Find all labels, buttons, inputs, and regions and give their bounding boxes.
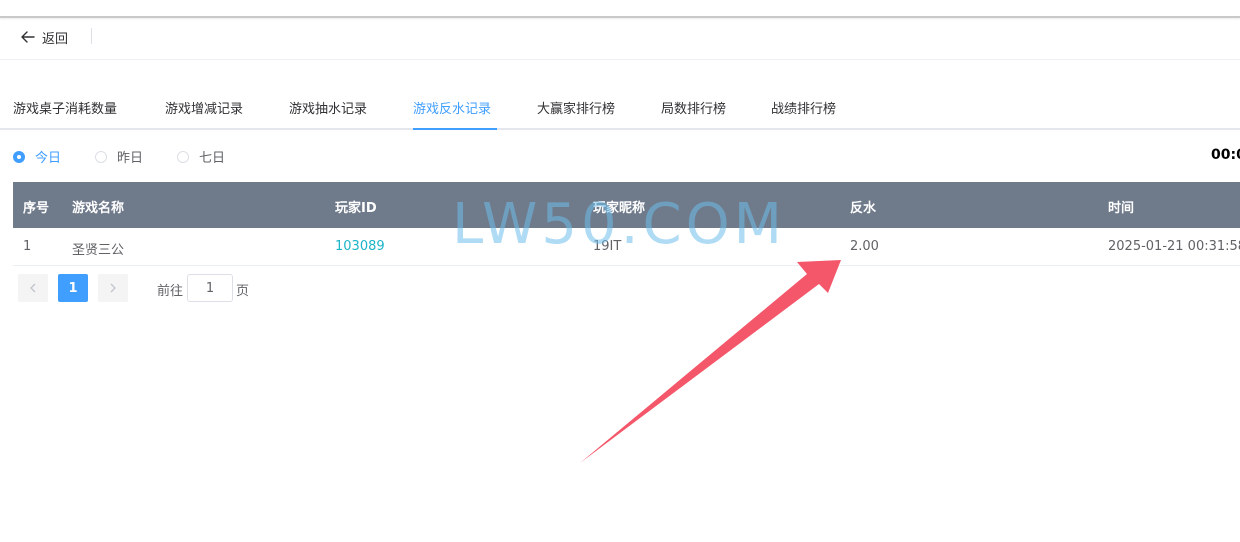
page-number-button[interactable]: 1 — [58, 274, 88, 302]
annotation-arrow — [580, 260, 841, 463]
table-row: 1 圣贤三公 103089 19IT 2.00 2025-01-21 00:31… — [13, 228, 1240, 266]
back-button[interactable]: 返回 — [20, 27, 68, 47]
tab-game-adjust-records[interactable]: 游戏增减记录 — [165, 98, 243, 117]
radio-seven-days[interactable]: 七日 — [177, 147, 225, 166]
column-header-index: 序号 — [23, 201, 50, 216]
tab-rebate-records[interactable]: 游戏反水记录 — [413, 98, 491, 117]
prev-page-button[interactable] — [18, 274, 48, 302]
header-divider — [91, 28, 92, 44]
time-display: 00:0 — [1211, 147, 1240, 163]
radio-dot-icon — [95, 150, 107, 163]
column-header-nickname: 玩家昵称 — [593, 201, 646, 216]
tab-score-ranking[interactable]: 战绩排行榜 — [771, 98, 836, 117]
cell-nickname: 19IT — [593, 239, 622, 254]
cell-time: 2025-01-21 00:31:58 — [1108, 239, 1240, 254]
tab-table-consumption[interactable]: 游戏桌子消耗数量 — [13, 98, 117, 117]
goto-page-input[interactable] — [187, 274, 233, 302]
cell-index: 1 — [23, 239, 32, 254]
column-header-time: 时间 — [1108, 201, 1135, 216]
radio-dot-icon — [13, 150, 25, 163]
column-header-player-id: 玩家ID — [335, 201, 377, 216]
column-header-rebate: 反水 — [850, 201, 877, 216]
tab-big-winner-ranking[interactable]: 大赢家排行榜 — [537, 98, 615, 117]
arrow-icon — [580, 260, 841, 463]
cell-player-id-link[interactable]: 103089 — [335, 239, 385, 254]
tab-rake-records[interactable]: 游戏抽水记录 — [289, 98, 367, 117]
window-top-border — [0, 0, 1240, 18]
table-header: 序号 游戏名称 玩家ID 玩家昵称 反水 时间 — [13, 182, 1240, 228]
goto-prefix: 前往 — [157, 284, 184, 299]
chevron-left-icon — [30, 283, 36, 293]
cell-rebate: 2.00 — [850, 239, 879, 254]
radio-label: 今日 — [35, 151, 62, 166]
arrow-left-icon — [21, 31, 35, 43]
rebate-table: 序号 游戏名称 玩家ID 玩家昵称 反水 时间 1 圣贤三公 103089 19… — [13, 182, 1240, 266]
next-page-button[interactable] — [98, 274, 128, 302]
page-header: 返回 — [0, 18, 1240, 60]
radio-label: 七日 — [199, 151, 226, 166]
radio-label: 昨日 — [117, 151, 144, 166]
goto-suffix: 页 — [236, 284, 250, 299]
radio-dot-icon — [177, 150, 189, 163]
back-label: 返回 — [42, 31, 69, 47]
radio-today[interactable]: 今日 — [13, 147, 61, 166]
cell-game-name: 圣贤三公 — [72, 243, 125, 258]
record-tabs: 游戏桌子消耗数量 游戏增减记录 游戏抽水记录 游戏反水记录 大赢家排行榜 局数排… — [0, 90, 1240, 130]
radio-yesterday[interactable]: 昨日 — [95, 147, 143, 166]
active-tab-indicator — [413, 128, 497, 130]
column-header-game-name: 游戏名称 — [72, 201, 125, 216]
tab-rounds-ranking[interactable]: 局数排行榜 — [661, 98, 726, 117]
chevron-right-icon — [110, 283, 116, 293]
